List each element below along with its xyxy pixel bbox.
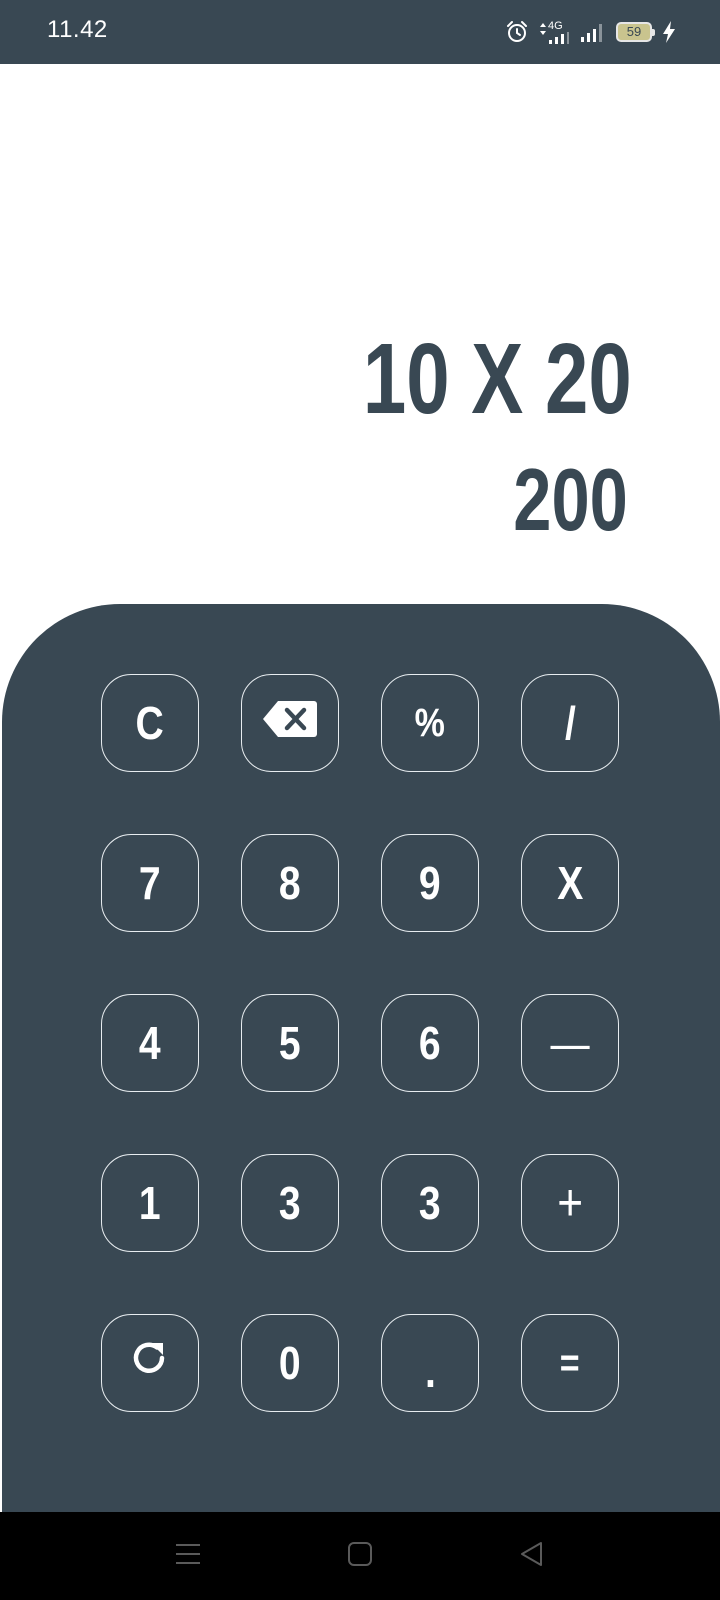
key-8[interactable]: 8 [241,834,339,932]
key-0-label: 0 [279,1337,301,1389]
key-3-b-label: 3 [419,1177,441,1229]
clear-button[interactable]: C [101,674,199,772]
multiply-button[interactable]: X [521,834,619,932]
plus-label: + [557,1174,583,1232]
back-button[interactable] [510,1534,554,1578]
decimal-label: . [424,1345,436,1397]
key-0[interactable]: 0 [241,1314,339,1412]
result-text: 200 [513,450,628,549]
home-icon [347,1541,373,1572]
home-button[interactable] [338,1534,382,1578]
percent-button[interactable]: % [381,674,479,772]
status-time: 11.42 [47,16,108,43]
equals-label: = [560,1340,580,1385]
key-7[interactable]: 7 [101,834,199,932]
back-icon [519,1541,545,1572]
key-5[interactable]: 5 [241,994,339,1092]
key-1-label: 1 [139,1177,161,1229]
charging-bolt-icon [662,21,676,43]
keypad-panel: C % / 7 8 9 X 4 5 6 — 1 3 3 + 0 . = [2,604,720,1512]
battery-icon: 59 [616,22,655,42]
key-9-label: 9 [419,857,441,909]
minus-button[interactable]: — [521,994,619,1092]
key-9[interactable]: 9 [381,834,479,932]
key-3-a-label: 3 [279,1177,301,1229]
expression-text: 10 X 20 [363,323,632,435]
key-3-a[interactable]: 3 [241,1154,339,1252]
refresh-icon [129,1336,171,1390]
divide-label: / [564,697,576,749]
signal-icon [580,22,606,42]
network-type: 4G [548,19,563,32]
calculator-display: 10 X 20 200 [0,64,720,604]
key-5-label: 5 [279,1017,301,1069]
mobile-data-signal-icon: 4G [539,19,570,44]
clear-label: C [135,697,165,749]
navigation-bar [0,1512,720,1600]
key-6-label: 6 [419,1017,441,1069]
backspace-icon [262,696,318,750]
battery-level: 59 [626,24,642,39]
key-7-label: 7 [139,857,161,909]
reset-button[interactable] [101,1314,199,1412]
key-4[interactable]: 4 [101,994,199,1092]
menu-button[interactable] [166,1534,210,1578]
divide-button[interactable]: / [521,674,619,772]
minus-label: — [550,1017,590,1069]
key-3-b[interactable]: 3 [381,1154,479,1252]
key-4-label: 4 [139,1017,161,1069]
alarm-icon [505,20,529,44]
menu-icon [175,1541,201,1572]
status-icons: 4G 59 [505,18,676,46]
status-bar: 11.42 4G 59 [0,0,720,64]
key-6[interactable]: 6 [381,994,479,1092]
key-8-label: 8 [279,857,301,909]
decimal-button[interactable]: . [381,1314,479,1412]
plus-button[interactable]: + [521,1154,619,1252]
backspace-button[interactable] [241,674,339,772]
equals-button[interactable]: = [521,1314,619,1412]
key-1[interactable]: 1 [101,1154,199,1252]
percent-label: % [414,700,446,745]
multiply-label: X [556,857,584,909]
